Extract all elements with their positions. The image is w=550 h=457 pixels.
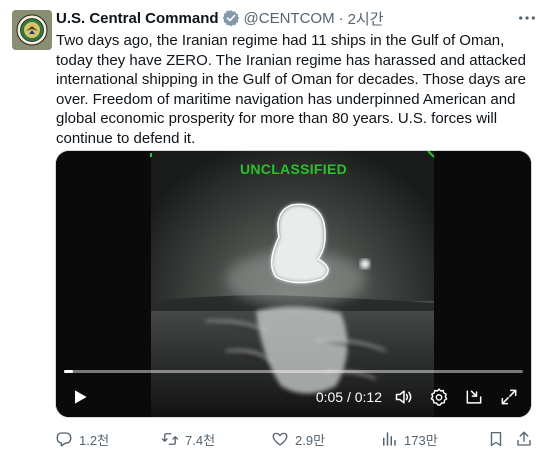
avatar[interactable] (12, 10, 52, 50)
view-count: 173만 (404, 432, 438, 448)
display-name[interactable]: U.S. Central Command (56, 10, 219, 27)
repost-button[interactable]: 7.4천 (161, 430, 215, 449)
like-count: 2.9만 (295, 432, 326, 448)
tweet-header: U.S. Central Command @CENTCOM · 2시간 (56, 8, 538, 28)
tweet-text: Two days ago, the Iranian regime had 11 … (56, 32, 527, 147)
reply-icon (56, 432, 72, 447)
like-button[interactable]: 2.9만 (271, 430, 325, 449)
heart-icon (272, 432, 288, 446)
repost-icon (161, 433, 179, 445)
fullscreen-icon[interactable] (497, 385, 521, 409)
video-timecode: 0:05 / 0:12 (315, 389, 382, 405)
repost-count: 7.4천 (185, 432, 216, 448)
share-button[interactable] (515, 430, 539, 448)
separator: · (338, 9, 344, 27)
video-progress-fill (64, 370, 74, 373)
reply-count: 1.2천 (79, 432, 110, 448)
bookmark-button[interactable] (487, 430, 511, 448)
video-controls: 0:05 / 0:12 (56, 377, 531, 417)
views-button[interactable]: 173만 (380, 430, 438, 449)
tweet-actions: 1.2천 7.4천 2.9만 173만 (55, 428, 532, 450)
bookmark-icon (490, 431, 502, 447)
timestamp[interactable]: 2시간 (348, 8, 384, 29)
video-progress-bar[interactable] (64, 370, 523, 373)
centcom-seal-icon (12, 10, 52, 50)
settings-icon[interactable] (427, 385, 451, 409)
verified-badge-icon[interactable] (222, 9, 240, 27)
reply-button[interactable]: 1.2천 (55, 430, 109, 449)
share-icon (517, 431, 531, 446)
analytics-icon (383, 432, 396, 446)
play-icon[interactable] (68, 385, 92, 409)
volume-icon[interactable] (392, 385, 416, 409)
unclassified-label: UNCLASSIFIED (239, 161, 348, 177)
handle[interactable]: @CENTCOM (244, 10, 335, 27)
video-player[interactable]: UNCLASSIFIED 0:05 / 0:12 (55, 150, 532, 418)
pip-icon[interactable] (462, 385, 486, 409)
more-options-icon[interactable] (516, 8, 538, 28)
